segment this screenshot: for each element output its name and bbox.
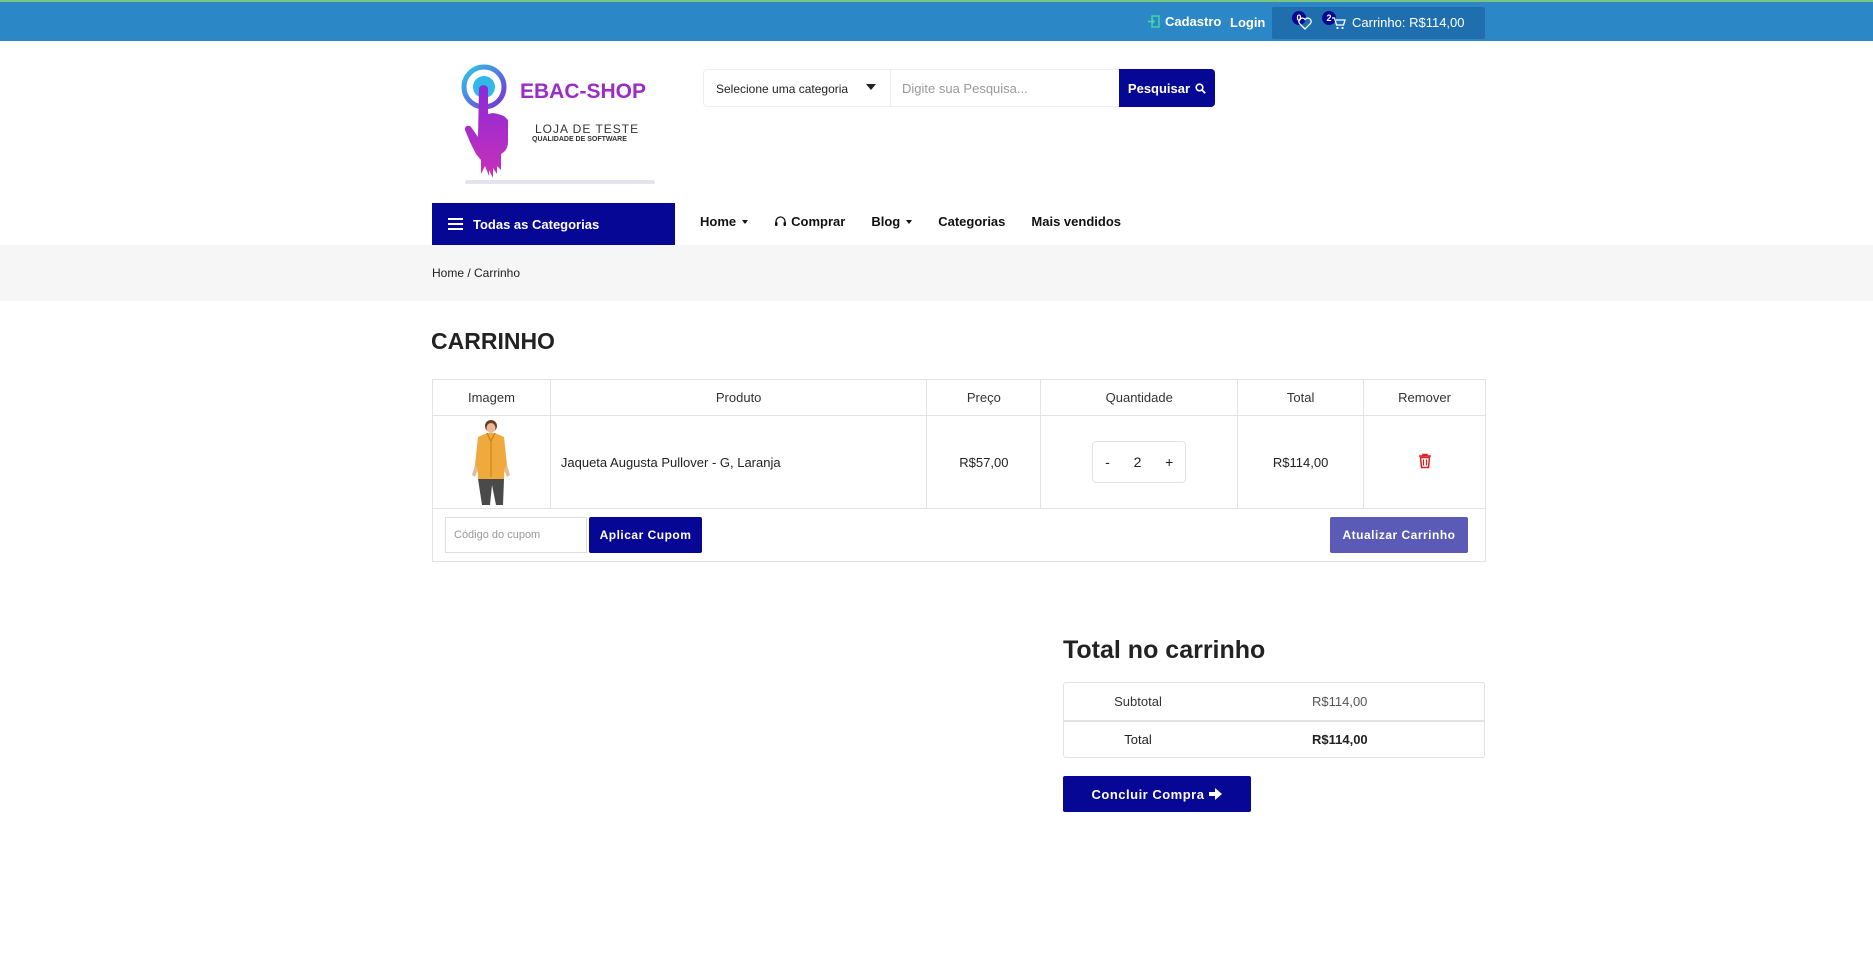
product-total: R$114,00 [1237,415,1365,509]
arrow-right-icon [1209,788,1223,800]
header-image: Imagem [432,379,551,416]
heart-icon[interactable] [1298,17,1312,30]
header-quantity: Quantidade [1040,379,1239,416]
product-name[interactable]: Jaqueta Augusta Pullover - G, Laranja [549,415,928,509]
main-nav: Home Comprar Blog Categorias Mais vendid… [700,214,1121,229]
coupon-row: Aplicar Cupom Atualizar Carrinho [432,509,1486,562]
cart-total-label: Carrinho: R$114,00 [1352,15,1465,30]
header-product: Produto [549,379,928,416]
search-input[interactable] [892,71,1120,105]
header-remove: Remover [1363,379,1486,416]
search-bar: Selecione uma categoria Pesquisar [703,69,1215,107]
quantity-value[interactable]: 2 [1134,454,1142,470]
checkout-label: Concluir Compra [1091,786,1205,802]
update-cart-button[interactable]: Atualizar Carrinho [1330,517,1468,553]
checkout-button[interactable]: Concluir Compra [1063,776,1251,812]
header-price: Preço [926,379,1042,416]
product-image[interactable] [465,417,517,507]
subtotal-label: Subtotal [1114,694,1162,709]
login-link[interactable]: Login [1230,15,1265,30]
logo-tagline: QUALIDADE DE SOFTWARE [532,136,627,143]
quantity-cell: - 2 + [1040,415,1239,509]
product-price: R$57,00 [926,415,1042,509]
nav-categorias[interactable]: Categorias [938,214,1005,229]
logo-title: EBAC-SHOP [520,80,647,103]
table-row: Jaqueta Augusta Pullover - G, Laranja R$… [432,415,1486,509]
cart-totals-title: Total no carrinho [1063,636,1266,664]
search-button[interactable]: Pesquisar [1119,69,1215,107]
hamburger-icon [448,218,463,230]
cart-totals-table: Subtotal R$114,00 Total R$114,00 [1063,682,1485,758]
breadcrumb-bar: Home / Carrinho [0,245,1873,301]
header-total: Total [1237,379,1365,416]
nav-mais-vendidos[interactable]: Mais vendidos [1031,214,1121,229]
coupon-input[interactable] [445,517,587,553]
sign-in-icon [1148,15,1160,28]
increment-button[interactable]: + [1165,454,1173,470]
all-categories-label: Todas as Categorias [473,216,600,232]
cart-box[interactable]: 0 2 Carrinho: R$114,00 [1272,7,1485,39]
nav-comprar-label: Comprar [791,214,846,229]
nav-blog[interactable]: Blog [871,214,912,229]
logo-shadow [465,180,655,184]
trash-icon[interactable] [1418,453,1432,469]
subtotal-row: Subtotal R$114,00 [1064,683,1484,720]
search-icon [1195,82,1206,94]
logo-subtitle: LOJA DE TESTE [535,122,640,136]
cart-table: Imagem Produto Preço Quantidade Total Re… [432,379,1486,509]
product-image-cell [432,415,551,509]
category-select[interactable]: Selecione uma categoria [716,82,848,96]
register-link[interactable]: Cadastro [1148,14,1221,29]
page-title: CARRINHO [431,328,555,354]
subtotal-value: R$114,00 [1312,694,1368,709]
breadcrumb: Home / Carrinho [432,266,521,280]
decrement-button[interactable]: - [1105,454,1110,470]
remove-cell [1363,415,1486,509]
cart-icon [1332,17,1346,30]
apply-coupon-button[interactable]: Aplicar Cupom [589,517,702,553]
table-header-row: Imagem Produto Preço Quantidade Total Re… [432,379,1486,416]
all-categories-menu[interactable]: Todas as Categorias [432,203,675,245]
headset-icon [775,216,787,226]
search-button-label: Pesquisar [1127,80,1191,96]
total-label: Total [1124,732,1152,747]
total-row: Total R$114,00 [1064,720,1484,757]
quantity-stepper[interactable]: - 2 + [1092,441,1187,483]
nav-home[interactable]: Home [700,214,748,229]
caret-down-icon[interactable] [866,84,876,90]
register-label: Cadastro [1165,14,1222,29]
top-bar: Cadastro Login 0 2 Carrinho: R$114,00 [0,0,1873,41]
total-value: R$114,00 [1312,732,1368,747]
divider [890,70,891,106]
nav-comprar[interactable]: Comprar [774,214,845,229]
